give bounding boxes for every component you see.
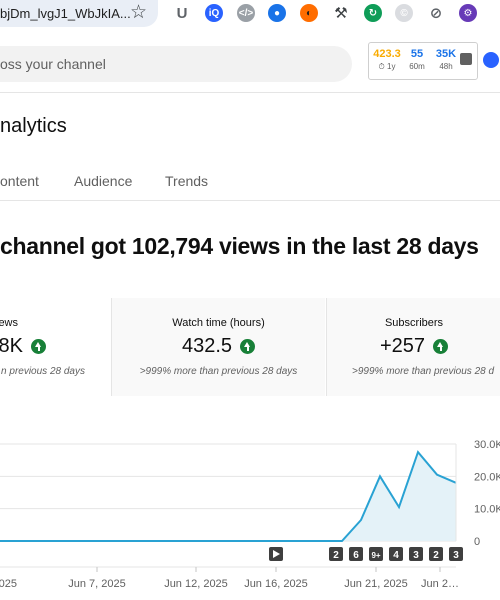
trend-up-icon [433,339,449,354]
trend-up-icon [240,339,256,354]
browser-toolbar: bjDm_lvgJ1_WbJkIA... ☆ UiQ </> ● ◐ ⚒ ↻ © ⊘ ⚙ [0,0,500,30]
iq-icon[interactable] [483,52,499,68]
stat-60m-value: 55 [410,48,424,60]
swirl-icon[interactable]: ◐ [300,4,318,22]
u-icon[interactable]: U [173,4,191,22]
x-tick-label: Jun 12, 2025 [164,578,228,590]
x-tick-label: Jun 21, 2025 [344,578,408,590]
tab-audience[interactable]: Audience [74,173,132,189]
iq-icon[interactable]: iQ [205,4,223,22]
chart-area-fill [0,452,456,541]
metric-value: +257 [379,335,426,357]
y-tick-label: 30.0K [474,439,500,451]
metric-value: 432.5 [181,335,233,357]
x-tick-label: Jun 7, 2025 [68,578,126,590]
tabs-divider [0,200,500,201]
refresh-icon[interactable]: ↻ [364,4,382,22]
stat-total: 423.3 ⏱ 1y [372,48,402,72]
tab-content[interactable]: ontent [0,173,39,189]
gear-icon[interactable]: ⚙ [459,4,477,22]
metric-comparison: n previous 28 days [1,366,85,377]
video-marker[interactable]: 2 [329,547,343,561]
x-tick-label: Jun 16, 2025 [244,578,308,590]
bookmark-star-icon[interactable]: ☆ [130,2,147,24]
video-marker[interactable]: 9+ [369,547,383,561]
bar-chart-icon[interactable] [460,53,472,65]
tab-trends[interactable]: Trends [165,173,208,189]
video-marker[interactable]: 3 [449,547,463,561]
copyright-icon[interactable]: © [395,4,413,22]
video-marker[interactable]: 3 [409,547,423,561]
metric-card-views[interactable]: ews 8K n previous 28 days [0,298,110,396]
views-chart[interactable]: 30.0K 20.0K 10.0K 0 2 6 9+ 4 3 2 3 n 3, 2025 Jun 7, … [0,430,500,600]
compass-icon[interactable]: ⊘ [427,4,445,22]
y-tick-label: 20.0K [474,471,500,483]
metric-label: ews [0,317,18,329]
search-input[interactable]: oss your channel [0,56,106,72]
video-marker[interactable]: 4 [389,547,403,561]
metric-card-watch-time[interactable]: Watch time (hours) 432.5 >999% more than… [111,298,325,396]
marker-count: 2 [433,550,439,561]
marker-count: 4 [393,550,399,561]
stat-48h-label: 48h [439,62,453,71]
marker-count: 3 [453,550,459,561]
stat-total-value: 423.3 [373,48,401,60]
y-tick-label: 10.0K [474,504,500,516]
stat-60m: 55 60m [404,48,430,71]
metric-value: 8K [0,335,23,357]
metric-comparison: >999% more than previous 28 days [139,366,298,377]
search-channel-box[interactable]: oss your channel [0,46,352,82]
marker-count: 2 [333,550,339,561]
marker-count: 6 [353,550,359,561]
metric-value-row: +257 [327,335,500,358]
stat-48h-value: 35K [435,48,457,60]
stat-60m-label: 60m [409,62,425,71]
page-title: nalytics [0,115,67,137]
marker-count: 3 [413,550,419,561]
code-icon[interactable]: </> [237,4,255,22]
metric-value-row: 432.5 [112,335,325,358]
header-divider [0,92,500,93]
marker-count: 9+ [371,551,380,560]
metric-card-subscribers[interactable]: Subscribers +257 >999% more than previou… [326,298,500,396]
stat-48h: 35K 48h [432,48,460,71]
x-tick-label: n 3, 2025 [0,578,17,590]
metric-label: Watch time (hours) [172,317,265,329]
video-marker-play-icon[interactable] [269,547,283,561]
record-icon[interactable]: ● [268,4,286,22]
x-tick-label: Jun 2… [421,578,459,590]
address-bar-url[interactable]: bjDm_lvgJ1_WbJkIA... [0,6,131,21]
video-marker[interactable]: 2 [429,547,443,561]
metric-comparison: >999% more than previous 28 d [352,366,495,377]
y-tick-label: 0 [474,536,480,548]
views-headline: channel got 102,794 views in the last 28… [0,233,479,259]
stat-total-label: ⏱ 1y [378,62,396,71]
video-marker[interactable]: 6 [349,547,363,561]
tools-icon[interactable]: ⚒ [332,4,350,22]
trend-up-icon [31,339,46,354]
metric-value-row: 8K [0,335,110,358]
metric-label: Subscribers [384,317,444,329]
